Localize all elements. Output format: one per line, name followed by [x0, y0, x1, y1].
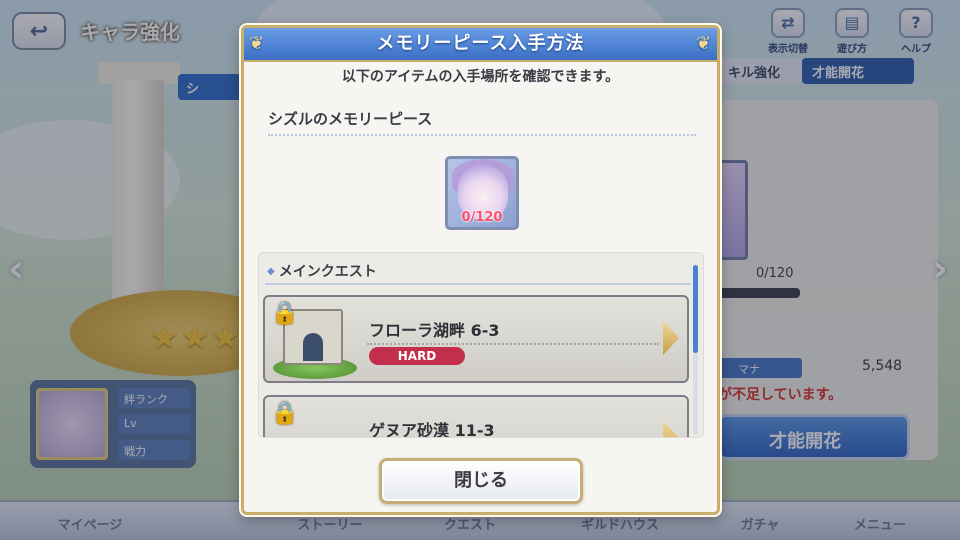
- ornament-icon: ❦: [695, 33, 713, 54]
- memory-piece-count: 0/120: [461, 210, 503, 225]
- section-main-quest: ◆ メインクエスト: [267, 261, 377, 281]
- close-button[interactable]: 閉じる: [379, 458, 583, 504]
- section-title: メインクエスト: [278, 264, 377, 280]
- memory-piece-icon: 0/120: [445, 156, 519, 230]
- dialog-header: ❦ メモリーピース入手方法 ❦: [244, 28, 717, 62]
- difficulty-badge: HARD: [369, 347, 465, 365]
- chevron-right-icon: [663, 321, 679, 355]
- castle-door: [303, 333, 323, 361]
- memory-piece-title: シズルのメモリーピース: [268, 110, 433, 128]
- quest-item[interactable]: 🔒 ゲヌア砂漠 11-3: [263, 395, 689, 438]
- heart-lock-icon: 🔒: [271, 401, 299, 426]
- quest-thumbnail: 🔒: [271, 301, 357, 379]
- divider: [367, 343, 659, 345]
- dialog-title: メモリーピース入手方法: [376, 33, 585, 54]
- scrollbar-thumb[interactable]: [693, 265, 698, 353]
- divider: [268, 134, 696, 136]
- quest-source-list[interactable]: ◆ メインクエスト 🔒 フローラ湖畔 6-3 HARD 🔒 ゲヌア砂漠 11-3: [258, 252, 704, 438]
- quest-name: ゲヌア砂漠 11-3: [369, 421, 495, 438]
- memory-piece-source-dialog: ❦ メモリーピース入手方法 ❦ 以下のアイテムの入手場所を確認できます。 シズル…: [241, 25, 720, 515]
- quest-thumbnail: 🔒: [271, 401, 357, 437]
- heart-lock-icon: 🔒: [271, 301, 299, 326]
- dialog-description: 以下のアイテムの入手場所を確認できます。: [341, 69, 620, 85]
- ornament-icon: ❦: [248, 33, 266, 54]
- diamond-icon: ◆: [267, 266, 275, 277]
- divider: [265, 283, 691, 285]
- quest-item[interactable]: 🔒 フローラ湖畔 6-3 HARD: [263, 295, 689, 383]
- quest-name: フローラ湖畔 6-3: [369, 321, 500, 340]
- chevron-right-icon: [663, 421, 679, 437]
